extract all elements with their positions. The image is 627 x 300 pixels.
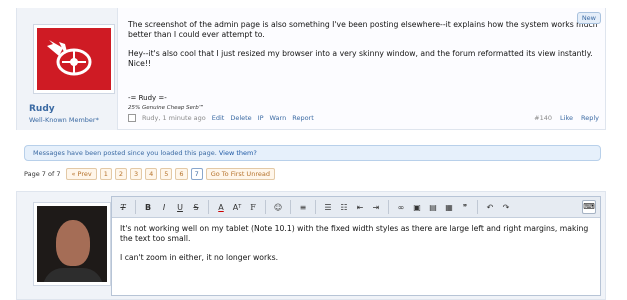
toolbar-divider: [477, 200, 478, 214]
user-photo-shirt: [43, 268, 103, 282]
toolbar-divider: [265, 200, 266, 214]
underline-icon[interactable]: U: [173, 200, 187, 214]
red-wings-logo-icon: [37, 28, 111, 90]
delete-link[interactable]: Delete: [230, 114, 251, 122]
numbered-list-icon[interactable]: ☷: [337, 200, 351, 214]
user-photo-head: [56, 220, 90, 266]
clear-format-icon[interactable]: T: [116, 200, 130, 214]
post-actions: #140 Like Reply: [534, 114, 599, 122]
first-unread-button[interactable]: Go To First Unread: [205, 168, 275, 180]
page-navigation: Page 7 of 7 « Prev 1 2 3 4 5 6 7 Go To F…: [24, 168, 275, 180]
post-meta: Rudy, 1 minute ago Edit Delete IP Warn R…: [128, 114, 314, 122]
page-button-2[interactable]: 2: [114, 168, 127, 180]
media-icon[interactable]: ▤: [426, 200, 440, 214]
user-photo: [37, 206, 107, 282]
like-link[interactable]: Like: [560, 114, 573, 122]
post-paragraph: Hey--it's also cool that I just resized …: [128, 49, 593, 68]
strikethrough-icon[interactable]: S: [189, 200, 203, 214]
reply-link[interactable]: Reply: [581, 114, 599, 122]
toggle-bbcode-icon[interactable]: ⌨: [582, 200, 596, 214]
select-post-checkbox[interactable]: [128, 114, 136, 122]
toolbar-divider: [388, 200, 389, 214]
outdent-icon[interactable]: ⇤: [353, 200, 367, 214]
page-button-6[interactable]: 6: [175, 168, 188, 180]
new-messages-notice: Messages have been posted since you load…: [24, 145, 601, 161]
post-paragraph: The screenshot of the admin page is also…: [128, 20, 598, 39]
editor-content[interactable]: It's not working well on my tablet (Note…: [112, 218, 600, 278]
avatar[interactable]: [33, 202, 111, 286]
page-button-1[interactable]: 1: [99, 168, 112, 180]
post-number[interactable]: #140: [534, 114, 552, 122]
toolbar-divider: [315, 200, 316, 214]
toolbar-divider: [290, 200, 291, 214]
undo-icon[interactable]: ↶: [483, 200, 497, 214]
warn-link[interactable]: Warn: [270, 114, 287, 122]
redo-icon[interactable]: ↷: [499, 200, 513, 214]
post-author-date[interactable]: Rudy, 1 minute ago: [142, 114, 206, 122]
quote-icon[interactable]: ❞: [458, 200, 472, 214]
notice-text: Messages have been posted since you load…: [33, 149, 217, 157]
ip-link[interactable]: IP: [258, 114, 264, 122]
author-name[interactable]: Rudy: [29, 104, 55, 114]
avatar[interactable]: [33, 24, 115, 94]
align-icon[interactable]: ≡: [296, 200, 310, 214]
prev-page-button[interactable]: « Prev: [66, 168, 97, 180]
reply-editor[interactable]: T B I U S A AT F ☺ ≡ ☰ ☷ ⇤ ⇥ ∞ ▣ ▤ ▦ ❞ ↶…: [111, 196, 601, 296]
bold-icon[interactable]: B: [141, 200, 155, 214]
signature-tagline: 25% Genuine Cheap Serb™: [128, 105, 205, 111]
font-size-icon[interactable]: AT: [230, 200, 244, 214]
bullet-list-icon[interactable]: ☰: [321, 200, 335, 214]
smilie-icon[interactable]: ☺: [271, 200, 285, 214]
font-family-icon[interactable]: F: [246, 200, 260, 214]
post-author-sidebar: Rudy Well-Known Member*: [17, 8, 118, 130]
view-new-posts-link[interactable]: View them?: [219, 149, 257, 157]
signature-line: -= Rudy =-: [128, 94, 167, 102]
italic-icon[interactable]: I: [157, 200, 171, 214]
text-color-icon[interactable]: A: [214, 200, 228, 214]
page-count-label: Page 7 of 7: [24, 170, 61, 178]
page-button-3[interactable]: 3: [130, 168, 143, 180]
page-button-4[interactable]: 4: [145, 168, 158, 180]
page-button-7-current[interactable]: 7: [190, 168, 203, 180]
editor-toolbar: T B I U S A AT F ☺ ≡ ☰ ☷ ⇤ ⇥ ∞ ▣ ▤ ▦ ❞ ↶…: [112, 197, 600, 218]
editor-paragraph: It's not working well on my tablet (Note…: [120, 224, 589, 243]
report-link[interactable]: Report: [292, 114, 314, 122]
edit-link[interactable]: Edit: [212, 114, 225, 122]
image-icon[interactable]: ▣: [410, 200, 424, 214]
post-message: The screenshot of the admin page is also…: [128, 20, 598, 78]
indent-icon[interactable]: ⇥: [369, 200, 383, 214]
author-title: Well-Known Member*: [29, 116, 99, 124]
forum-post: Rudy Well-Known Member* The screenshot o…: [16, 8, 606, 130]
editor-paragraph: I can't zoom in either, it no longer wor…: [120, 253, 279, 262]
toolbar-divider: [135, 200, 136, 214]
code-icon[interactable]: ▦: [442, 200, 456, 214]
toolbar-divider: [208, 200, 209, 214]
link-icon[interactable]: ∞: [394, 200, 408, 214]
new-badge: New: [576, 12, 601, 24]
page-button-5[interactable]: 5: [160, 168, 173, 180]
